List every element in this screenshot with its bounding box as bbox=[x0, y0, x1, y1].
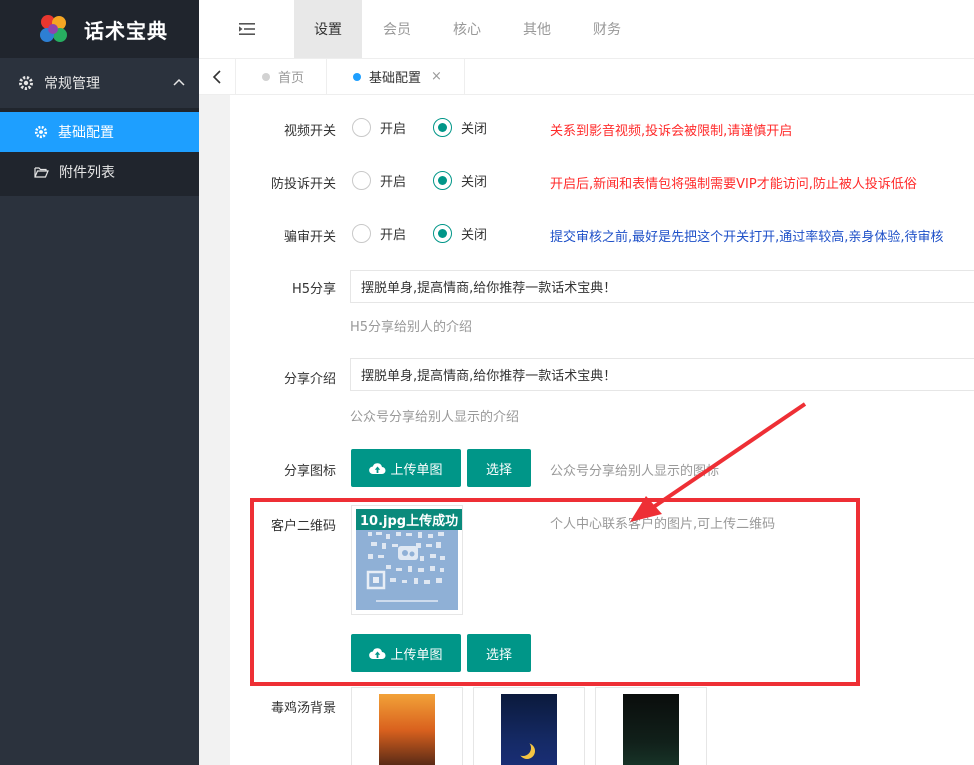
radio-circle-checked bbox=[433, 171, 452, 190]
top-navbar: 设置 会员 核心 其他 财务 bbox=[199, 0, 974, 58]
chevron-up-icon bbox=[173, 78, 185, 86]
share-intro-row: 分享介绍 摆脱单身,提高情商,给你推荐一款话术宝典！ 公众号分享给别人显示的介绍 bbox=[230, 358, 974, 428]
share-icon-label: 分享图标 bbox=[283, 464, 336, 479]
page-tab-strip: 首页 基础配置 × bbox=[199, 58, 974, 95]
review-switch-hint: 提交审核之前,最好是先把这个开关打开,通过率较高,亲身体验,待审核 bbox=[550, 230, 944, 245]
app-title: 话术宝典 bbox=[84, 18, 168, 43]
share-icon-hint: 公众号分享给别人显示的图标 bbox=[550, 464, 720, 479]
topnav-tab-core[interactable]: 核心 bbox=[432, 0, 502, 58]
radio-label: 关闭 bbox=[461, 175, 488, 190]
logo-area: 话术宝典 bbox=[0, 0, 199, 58]
radio-circle bbox=[352, 224, 371, 243]
video-switch-hint: 关系到影音视频,投诉会被限制,请谨慎开启 bbox=[550, 124, 793, 139]
page-tab-label: 基础配置 bbox=[369, 71, 422, 86]
topnav-tab-settings[interactable]: 设置 bbox=[294, 0, 362, 58]
sidebar-item-label: 附件列表 bbox=[59, 165, 115, 181]
review-switch-on-radio[interactable]: 开启 bbox=[352, 224, 406, 243]
sidebar-item-label: 基础配置 bbox=[58, 125, 114, 141]
app-logo-icon bbox=[36, 12, 70, 46]
gear-icon bbox=[19, 76, 33, 90]
annotation-highlight-box bbox=[250, 498, 860, 686]
tab-scroll-left-button[interactable] bbox=[199, 59, 236, 94]
h5-share-hint: H5分享给别人的介绍 bbox=[350, 320, 473, 335]
share-intro-input[interactable]: 摆脱单身,提高情商,给你推荐一款话术宝典！ bbox=[350, 358, 974, 391]
radio-label: 开启 bbox=[380, 228, 407, 243]
radio-circle bbox=[352, 171, 371, 190]
anti-complaint-on-radio[interactable]: 开启 bbox=[352, 171, 406, 190]
video-switch-on-radio[interactable]: 开启 bbox=[352, 118, 406, 137]
soup-background-thumb-1[interactable] bbox=[351, 687, 463, 765]
h5-share-row: H5分享 摆脱单身,提高情商,给你推荐一款话术宝典！ H5分享给别人的介绍 bbox=[230, 270, 974, 340]
video-switch-label: 视频开关 bbox=[283, 124, 336, 139]
sunset-image bbox=[379, 694, 435, 765]
radio-label: 开启 bbox=[380, 122, 407, 137]
moon-icon bbox=[515, 740, 531, 756]
radio-circle-checked bbox=[433, 118, 452, 137]
soup-background-label: 毒鸡汤背景 bbox=[270, 701, 336, 716]
video-switch-row: 视频开关 开启 关闭 关系到影音视频,投诉会被限制,请谨慎开启 bbox=[230, 117, 974, 139]
night-moon-image bbox=[501, 694, 557, 765]
tab-dot-icon bbox=[262, 72, 270, 81]
radio-circle-checked bbox=[433, 224, 452, 243]
anti-complaint-switch-label: 防投诉开关 bbox=[270, 177, 336, 192]
soup-background-row: 毒鸡汤背景 bbox=[230, 687, 974, 765]
share-intro-hint: 公众号分享给别人显示的介绍 bbox=[350, 410, 520, 425]
close-icon[interactable]: × bbox=[431, 69, 442, 84]
cloud-upload-icon bbox=[369, 462, 386, 474]
menu-toggle-button[interactable] bbox=[199, 0, 294, 58]
share-icon-upload-button[interactable]: 上传单图 bbox=[351, 449, 461, 487]
topnav-tab-finance[interactable]: 财务 bbox=[572, 0, 642, 58]
menu-fold-icon bbox=[238, 23, 255, 35]
page-tab-home[interactable]: 首页 bbox=[236, 59, 328, 94]
review-switch-row: 骗审开关 开启 关闭 提交审核之前,最好是先把这个开关打开,通过率较高,亲身体验… bbox=[230, 223, 974, 245]
gear-icon bbox=[34, 125, 48, 139]
folder-open-icon bbox=[34, 166, 49, 178]
sidebar-item-basic-config[interactable]: 基础配置 bbox=[0, 112, 199, 152]
anti-complaint-switch-row: 防投诉开关 开启 关闭 开启后,新闻和表情包将强制需要VIP才能访问,防止被人投… bbox=[230, 170, 974, 192]
topnav-tab-other[interactable]: 其他 bbox=[502, 0, 572, 58]
nav-submenu: 基础配置 附件列表 bbox=[0, 108, 199, 196]
chevron-left-icon bbox=[212, 69, 221, 84]
soup-background-thumb-2[interactable] bbox=[473, 687, 585, 765]
review-switch-label: 骗审开关 bbox=[283, 230, 336, 245]
sidebar: 话术宝典 常规管理 基础配置 附件列表 bbox=[0, 0, 199, 765]
topnav-tab-members[interactable]: 会员 bbox=[362, 0, 432, 58]
dark-forest-image bbox=[623, 694, 679, 765]
anti-complaint-off-radio[interactable]: 关闭 bbox=[433, 171, 487, 190]
nav-group-label: 常规管理 bbox=[44, 76, 100, 92]
sidebar-item-attachments[interactable]: 附件列表 bbox=[0, 152, 199, 192]
page-tab-basic-config[interactable]: 基础配置 × bbox=[327, 59, 465, 94]
h5-share-input[interactable]: 摆脱单身,提高情商,给你推荐一款话术宝典！ bbox=[350, 270, 974, 303]
nav-group-general[interactable]: 常规管理 bbox=[0, 58, 199, 108]
review-switch-off-radio[interactable]: 关闭 bbox=[433, 224, 487, 243]
share-intro-label: 分享介绍 bbox=[283, 372, 336, 387]
anti-complaint-hint: 开启后,新闻和表情包将强制需要VIP才能访问,防止被人投诉低俗 bbox=[550, 177, 917, 192]
page-tab-label: 首页 bbox=[278, 71, 305, 86]
soup-background-thumb-3[interactable] bbox=[595, 687, 707, 765]
radio-label: 关闭 bbox=[461, 228, 488, 243]
video-switch-off-radio[interactable]: 关闭 bbox=[433, 118, 487, 137]
share-icon-choose-button[interactable]: 选择 bbox=[467, 449, 531, 487]
h5-share-label: H5分享 bbox=[291, 282, 336, 297]
tab-dot-icon bbox=[353, 72, 362, 81]
share-icon-row: 分享图标 上传单图 选择 公众号分享给别人显示的图标 bbox=[230, 449, 974, 487]
radio-label: 开启 bbox=[380, 175, 407, 190]
radio-label: 关闭 bbox=[461, 122, 488, 137]
radio-circle bbox=[352, 118, 371, 137]
upload-button-label: 上传单图 bbox=[390, 462, 443, 478]
